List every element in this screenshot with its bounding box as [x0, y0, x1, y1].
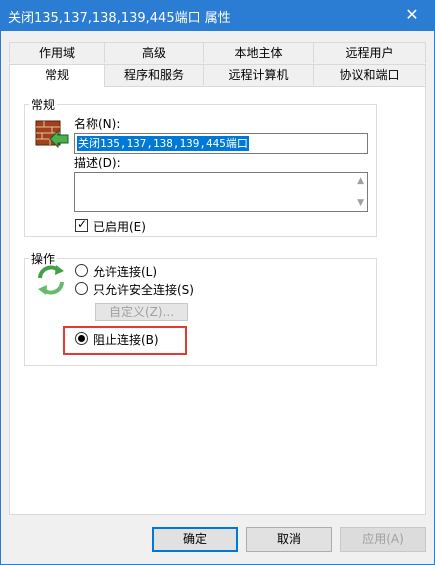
tab-general[interactable]: 常规 [9, 64, 105, 87]
tab-remote-users[interactable]: 远程用户 [313, 42, 426, 63]
customize-button[interactable]: 自定义(Z)... [95, 303, 188, 321]
checkmark-icon: ✓ [77, 217, 88, 231]
enabled-label[interactable]: 已启用(E) [93, 218, 146, 235]
allow-secure-label[interactable]: 只允许安全连接(S) [93, 281, 194, 298]
description-field[interactable]: ▲ ▼ [74, 172, 368, 212]
highlight-box [63, 326, 187, 355]
apply-button[interactable]: 应用(A) [340, 527, 426, 552]
title-bar: 关闭135,137,138,139,445端口 属性 ✕ [0, 0, 435, 31]
tab-scope[interactable]: 作用域 [9, 42, 105, 63]
cancel-button[interactable]: 取消 [246, 527, 332, 552]
tab-remote-computers[interactable]: 远程计算机 [203, 64, 314, 85]
enabled-checkbox[interactable]: ✓ [75, 217, 88, 232]
tab-programs-services[interactable]: 程序和服务 [104, 64, 204, 85]
close-icon[interactable]: ✕ [389, 0, 435, 31]
scroll-down-icon[interactable]: ▼ [357, 198, 364, 208]
tab-protocols-ports[interactable]: 协议和端口 [313, 64, 426, 85]
allow-secure-radio[interactable] [75, 282, 88, 295]
allow-connection-radio[interactable] [75, 264, 88, 277]
allow-connection-label[interactable]: 允许连接(L) [93, 263, 157, 280]
description-label: 描述(D): [74, 156, 121, 170]
window-title: 关闭135,137,138,139,445端口 属性 [8, 11, 231, 26]
general-group-title: 常规 [29, 96, 58, 113]
action-arrows-icon [34, 264, 68, 296]
tab-advanced[interactable]: 高级 [104, 42, 204, 63]
scroll-up-icon[interactable]: ▲ [357, 176, 364, 186]
firewall-icon [34, 117, 70, 151]
tab-local-principals[interactable]: 本地主体 [203, 42, 314, 63]
description-scrollbar[interactable]: ▲ ▼ [351, 173, 367, 211]
ok-button[interactable]: 确定 [152, 527, 238, 552]
name-field-value: 关闭135,137,138,139,445端口 [77, 136, 249, 151]
name-label: 名称(N): [74, 117, 121, 131]
name-field[interactable]: 关闭135,137,138,139,445端口 [74, 133, 368, 154]
